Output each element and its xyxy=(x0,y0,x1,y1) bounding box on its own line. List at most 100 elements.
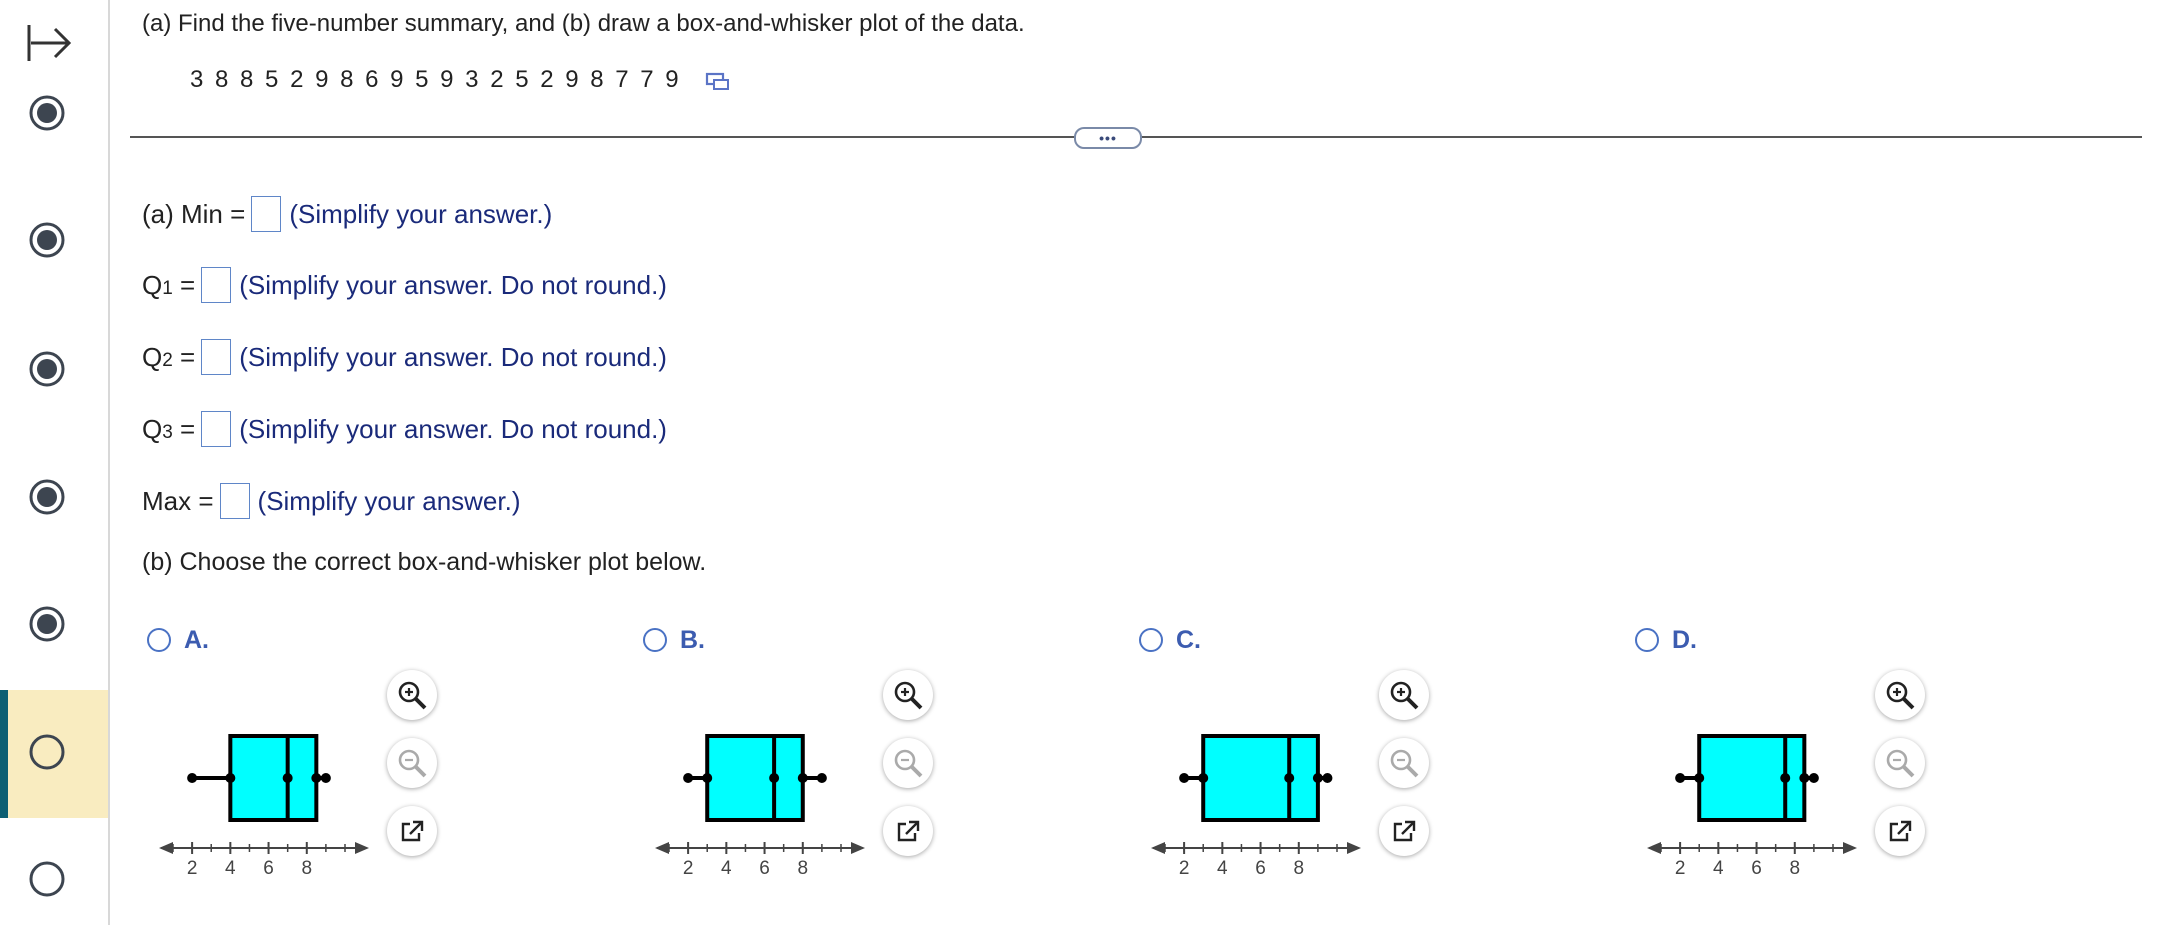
min-input[interactable] xyxy=(251,196,282,232)
max-point xyxy=(816,773,827,783)
q3-point xyxy=(1312,773,1323,783)
option-b-radio[interactable] xyxy=(643,628,667,652)
part-b-prompt: (b) Choose the correct box-and-whisker p… xyxy=(142,548,707,576)
collapse-arrow-icon[interactable] xyxy=(22,18,78,68)
option-d-zoom-out-icon[interactable] xyxy=(1875,738,1925,788)
axis-arrow-right xyxy=(355,842,369,854)
tick-label: 6 xyxy=(263,858,274,879)
rail-active-indicator xyxy=(0,690,8,818)
option-c-open-in-new-window-icon[interactable] xyxy=(1379,806,1429,856)
q3-hint: (Simplify your answer. Do not round.) xyxy=(239,413,667,444)
axis-arrow-left xyxy=(1647,842,1661,854)
copy-data-icon[interactable] xyxy=(704,68,732,92)
max-answer-row: Max = (Simplify your answer.) xyxy=(142,483,521,519)
axis-arrow-left xyxy=(1151,842,1165,854)
tick-label: 4 xyxy=(721,858,732,879)
min-answer-row: (a) Min = (Simplify your answer.) xyxy=(142,196,552,232)
q3-input[interactable] xyxy=(201,411,232,447)
tick-label: 6 xyxy=(1751,858,1762,879)
tick-label: 8 xyxy=(301,858,312,879)
median-point xyxy=(282,773,293,783)
q3-equals: = xyxy=(180,413,196,444)
option-a-boxplot: 2 4 6 8 xyxy=(159,734,369,879)
option-a-radio[interactable] xyxy=(147,628,171,652)
question-nav-rail xyxy=(0,0,110,925)
option-b-zoom-out-icon[interactable] xyxy=(883,738,933,788)
q2-input[interactable] xyxy=(201,339,232,375)
divider-drag-handle[interactable]: ••• xyxy=(1074,127,1142,149)
option-a-label[interactable]: A. xyxy=(184,626,209,655)
tick-label: 2 xyxy=(683,858,694,879)
tick-label: 8 xyxy=(1293,858,1304,879)
option-d-zoom-in-icon[interactable] xyxy=(1875,670,1925,720)
q1-point xyxy=(702,773,713,783)
q3-label: Q xyxy=(142,413,163,444)
question-status-4-icon[interactable] xyxy=(28,478,66,516)
min-hint: (Simplify your answer.) xyxy=(289,198,553,229)
option-c-radio[interactable] xyxy=(1139,628,1163,652)
q3-answer-row: Q3 = (Simplify your answer. Do not round… xyxy=(142,411,667,447)
option-a-zoom-out-icon[interactable] xyxy=(387,738,437,788)
option-d-radio[interactable] xyxy=(1635,628,1659,652)
question-status-6-icon[interactable] xyxy=(28,733,66,771)
q3-point xyxy=(311,773,322,783)
option-c-zoom-out-icon[interactable] xyxy=(1379,738,1429,788)
box xyxy=(705,734,805,822)
q3-subscript: 3 xyxy=(162,422,173,443)
question-status-7-icon[interactable] xyxy=(28,860,66,898)
data-values: 3 8 8 5 2 9 8 6 9 5 9 3 2 5 2 9 8 7 7 9 xyxy=(190,66,681,93)
option-c-boxplot: 2 4 6 8 xyxy=(1151,734,1361,879)
min-point xyxy=(683,773,694,783)
axis-arrow-left xyxy=(655,842,669,854)
tick-label: 8 xyxy=(1789,858,1800,879)
tick-label: 2 xyxy=(1179,858,1190,879)
axis-arrow-right xyxy=(1347,842,1361,854)
tick-label: 2 xyxy=(1675,858,1686,879)
max-point xyxy=(1322,773,1333,783)
option-a-zoom-in-icon[interactable] xyxy=(387,670,437,720)
option-b-open-in-new-window-icon[interactable] xyxy=(883,806,933,856)
option-d-label[interactable]: D. xyxy=(1672,626,1697,655)
q1-answer-row: Q1 = (Simplify your answer. Do not round… xyxy=(142,267,667,303)
q1-point xyxy=(1694,773,1705,783)
question-status-1-icon[interactable] xyxy=(28,94,66,132)
q1-input[interactable] xyxy=(201,267,232,303)
q2-subscript: 2 xyxy=(162,350,173,371)
option-c-zoom-in-icon[interactable] xyxy=(1379,670,1429,720)
axis-arrow-left xyxy=(159,842,173,854)
q2-equals: = xyxy=(180,341,196,372)
q3-point xyxy=(797,773,808,783)
min-point xyxy=(1675,773,1686,783)
min-point xyxy=(1179,773,1190,783)
question-status-3-icon[interactable] xyxy=(28,350,66,388)
max-label: Max = xyxy=(142,485,214,516)
tick-label: 4 xyxy=(225,858,236,879)
q1-point xyxy=(1198,773,1209,783)
tick-label: 6 xyxy=(1255,858,1266,879)
min-label: (a) Min = xyxy=(142,198,246,229)
q1-hint: (Simplify your answer. Do not round.) xyxy=(239,269,667,300)
option-d-boxplot: 2 4 6 8 xyxy=(1647,734,1857,879)
q1-point xyxy=(225,773,236,783)
question-prompt: (a) Find the five-number summary, and (b… xyxy=(142,10,1025,37)
box xyxy=(1201,734,1320,822)
data-set-row: 3 8 8 5 2 9 8 6 9 5 9 3 2 5 2 9 8 7 7 9 xyxy=(190,66,732,94)
option-b-zoom-in-icon[interactable] xyxy=(883,670,933,720)
box xyxy=(228,734,319,822)
option-d-open-in-new-window-icon[interactable] xyxy=(1875,806,1925,856)
tick-label: 4 xyxy=(1713,858,1724,879)
q1-equals: = xyxy=(180,269,196,300)
option-b-label[interactable]: B. xyxy=(680,626,705,655)
q2-hint: (Simplify your answer. Do not round.) xyxy=(239,341,667,372)
max-input[interactable] xyxy=(219,483,250,519)
option-c-label[interactable]: C. xyxy=(1176,626,1201,655)
question-status-2-icon[interactable] xyxy=(28,221,66,259)
question-status-5-icon[interactable] xyxy=(28,605,66,643)
median-point xyxy=(769,773,780,783)
tick-label: 6 xyxy=(759,858,770,879)
option-b-boxplot: 2 4 6 8 xyxy=(655,734,865,879)
q2-label: Q xyxy=(142,341,163,372)
tick-label: 2 xyxy=(187,858,198,879)
option-a-open-in-new-window-icon[interactable] xyxy=(387,806,437,856)
axis-arrow-right xyxy=(1843,842,1857,854)
